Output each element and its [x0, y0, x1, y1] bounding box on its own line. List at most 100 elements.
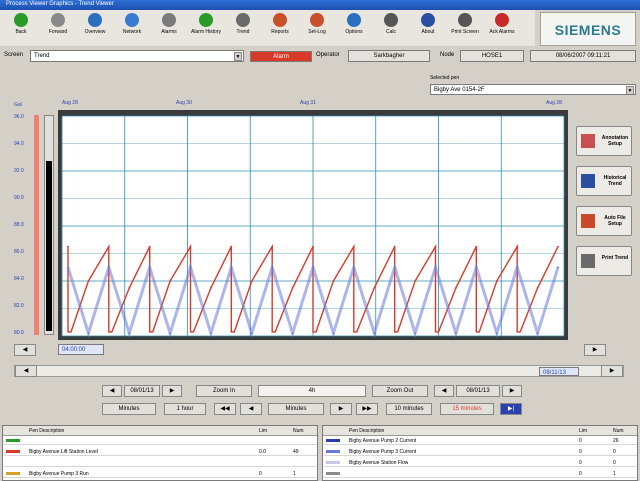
table-row[interactable]: Bigby Avenue Pump 2 Current 0 26	[323, 436, 637, 445]
zoom-in-button[interactable]: Zoom In	[196, 385, 252, 397]
one-hour-button[interactable]: 1 hour	[164, 403, 206, 415]
data-point	[230, 245, 233, 248]
prev-end-button[interactable]: ◀	[434, 385, 454, 397]
trend-chart[interactable]	[58, 110, 568, 340]
data-point	[516, 245, 519, 248]
step-back-button[interactable]: ◀	[240, 403, 262, 415]
time-scrollbar[interactable]: ◀ 08/11/13 ▶	[14, 365, 624, 377]
toolbar-button-alarm-history[interactable]: Alarm History	[189, 12, 223, 44]
prev-day-button[interactable]: ◀	[102, 385, 122, 397]
table-row[interactable]: Bigby Avenue Station Flow 0 0	[323, 458, 637, 467]
next-end-button[interactable]: ▶	[502, 385, 522, 397]
side-button-historical-trend[interactable]: Historical Trend	[576, 166, 632, 196]
table-row[interactable]	[3, 458, 317, 467]
col-num: Num	[613, 428, 624, 434]
toolbar-button-about[interactable]: About	[411, 12, 445, 44]
table-row[interactable]: Bigby Avenue Pump 3 Current 0 0	[323, 447, 637, 456]
scroll-right-button[interactable]: ▶	[584, 344, 606, 356]
ack-alarm-icon	[495, 13, 509, 27]
annotation-icon	[581, 134, 595, 148]
scroll-left-button[interactable]: ◀	[14, 344, 36, 356]
step-forward-button[interactable]: ▶	[330, 403, 352, 415]
data-point	[434, 266, 437, 269]
table-row[interactable]: Bigby Avenue Lift Station Level 0.0 49	[3, 447, 317, 456]
x-date-label: Aug 28	[546, 100, 562, 106]
datetime-field: 08/06/2007 09:11:21	[530, 50, 636, 62]
toolbar-button-ack-alarms[interactable]: Ack Alarms	[485, 12, 519, 44]
side-button-print-trend[interactable]: Print Trend	[576, 246, 632, 276]
vertical-scrollbar[interactable]	[44, 115, 54, 335]
y-tick-label: 86.0	[14, 249, 24, 255]
pen-color-swatch	[326, 439, 340, 442]
toolbar-button-calc[interactable]: Calc	[374, 12, 408, 44]
data-point	[414, 332, 416, 335]
data-point	[557, 266, 559, 269]
toolbar-button-label: Set-Log	[308, 29, 326, 35]
toolbar-button-back[interactable]: Back	[4, 12, 38, 44]
minutes-mode-select[interactable]: Minutes	[268, 403, 324, 415]
data-point	[455, 287, 457, 289]
screen-select[interactable]: Trend ▼	[30, 50, 244, 62]
chevron-down-icon[interactable]: ▼	[626, 86, 634, 94]
data-point	[393, 245, 396, 248]
live-end-button[interactable]: ▶|	[500, 403, 522, 415]
side-button-label: Print Trend	[601, 255, 629, 261]
next-day-button[interactable]: ▶	[162, 385, 182, 397]
setlog-icon	[310, 13, 324, 27]
end-date-field[interactable]: 08/01/13	[456, 385, 500, 397]
start-date-field[interactable]: 08/01/13	[124, 385, 160, 397]
selected-pen-label: Selected pen	[430, 75, 460, 81]
left-time-label: 04:00:00	[58, 344, 104, 355]
col-lim: Lim	[259, 428, 268, 434]
y-tick-label: 94.0	[14, 141, 24, 147]
toolbar-button-reports[interactable]: Reports	[263, 12, 297, 44]
siemens-logo: SIEMENS	[540, 12, 636, 46]
data-point	[414, 280, 416, 282]
selected-pen-select[interactable]: Bigby Ave 0154-2F ▼	[430, 84, 636, 95]
data-point	[291, 287, 294, 289]
toolbar-button-label: Calc	[385, 29, 396, 35]
vertical-scroll-thumb[interactable]	[46, 161, 52, 331]
data-point	[210, 287, 212, 289]
data-point	[230, 266, 233, 269]
toolbar-button-label: Back	[15, 29, 27, 35]
rewind-button[interactable]: ◀◀	[214, 403, 236, 415]
table-row[interactable]: 01	[323, 469, 637, 478]
toolbar-button-set-log[interactable]: Set-Log	[300, 12, 334, 44]
data-point	[475, 266, 478, 269]
info-icon	[421, 13, 435, 27]
toolbar-button-forward[interactable]: Forward	[41, 12, 75, 44]
chevron-down-icon[interactable]: ▼	[234, 52, 242, 61]
toolbar-button-network[interactable]: Network	[115, 12, 149, 44]
cell-lim: 0	[579, 471, 582, 477]
time-scroll-left-button[interactable]: ◀	[15, 365, 37, 377]
data-point	[250, 280, 253, 282]
side-button-annotation-setup[interactable]: Annotation Setup	[576, 126, 632, 156]
time-scroll-right-button[interactable]: ▶	[601, 365, 623, 377]
fifteen-minutes-button[interactable]: 15 minutes	[440, 403, 494, 415]
table-row[interactable]: Bigby Avenue Pump 3 Run 0 1	[3, 469, 317, 478]
data-point	[332, 280, 335, 282]
side-button-auto-file-setup[interactable]: Auto File Setup	[576, 206, 632, 236]
zoom-out-button[interactable]: Zoom Out	[372, 385, 428, 397]
cell-desc: Bigby Avenue Pump 3 Current	[349, 449, 417, 455]
toolbar-button-trend[interactable]: Trend	[226, 12, 260, 44]
x-date-label: Aug 31	[300, 100, 316, 106]
node-label: Node	[440, 52, 455, 58]
toolbar-button-options[interactable]: Options	[337, 12, 371, 44]
screen-select-value: Trend	[34, 53, 50, 59]
screen-label: Screen	[4, 52, 24, 58]
toolbar-button-alarms[interactable]: Alarms	[152, 12, 186, 44]
data-point	[210, 332, 212, 335]
toolbar-button-overview[interactable]: Overview	[78, 12, 112, 44]
table-row[interactable]	[3, 436, 317, 445]
alarm-status-badge[interactable]: Alarm	[250, 51, 312, 62]
ten-minutes-button[interactable]: 10 minutes	[386, 403, 432, 415]
toolbar-button-print-screen[interactable]: Print Screen	[448, 12, 482, 44]
minutes-button[interactable]: Minutes	[102, 403, 156, 415]
data-point	[495, 280, 498, 282]
fast-forward-button[interactable]: ▶▶	[356, 403, 378, 415]
pen-table-left: Pen Description Lim Num Bigby Avenue Lif…	[2, 425, 318, 481]
reports-icon	[273, 13, 287, 27]
data-point	[536, 287, 539, 289]
